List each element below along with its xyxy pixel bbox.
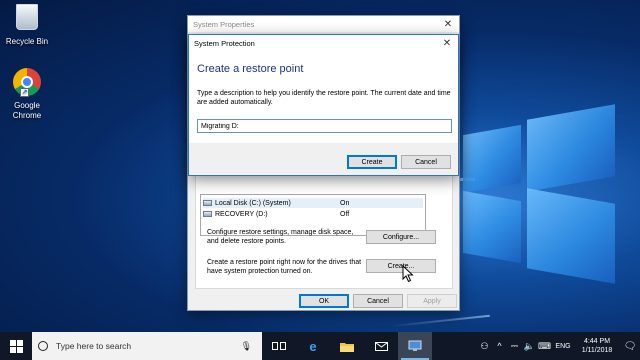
edge-icon: e [309,338,317,354]
network-icon[interactable]: ⎓ [507,341,522,352]
create-description: Create a restore point right now for the… [207,259,362,275]
clock-time: 4:44 PM [583,338,611,345]
dialog-footer: Create Cancel [189,143,458,175]
system-protection-dialog: System Protection ✕ Create a restore poi… [188,34,459,176]
apply-button[interactable]: Apply [407,294,457,308]
desktop-icon-recycle-bin[interactable]: Recycle Bin [0,2,54,47]
drive-protection-status: Off [340,210,350,218]
clock-date: 1/11/2018 [581,347,613,354]
mouse-cursor-icon [402,265,414,283]
action-center-icon[interactable]: 🗨 [620,341,640,352]
start-button[interactable] [0,332,32,360]
drive-name: Local Disk (C:) (System) [215,199,291,207]
chevron-up-icon[interactable]: ^ [492,341,507,351]
drive-protection-status: On [340,199,350,207]
desktop-icon-label: Google Chrome [12,101,42,120]
list-item[interactable]: Local Disk (C:) (System) On [203,198,423,208]
taskbar: Type here to search 🎙 e ⚇ ^ ⎓ 🔈 ⌨ ENG 4:… [0,332,640,360]
create-restore-point-button[interactable]: Create... [366,259,436,273]
file-explorer-icon [340,342,354,352]
cancel-button[interactable]: Cancel [401,155,451,169]
taskbar-app-mail[interactable] [364,332,398,360]
input-indicator-icon[interactable]: ⌨ [537,341,552,352]
close-icon[interactable]: ✕ [437,16,459,32]
create-button[interactable]: Create [347,155,397,169]
taskbar-app-edge[interactable]: e [296,332,330,360]
cancel-button[interactable]: Cancel [353,294,403,308]
taskbar-app-system-properties[interactable] [398,332,432,360]
taskbar-app-file-explorer[interactable] [330,332,364,360]
window-title: System Properties [193,19,255,29]
search-placeholder: Type here to search [56,341,132,351]
desktop-icon-google-chrome[interactable]: ↗ Google Chrome [0,68,54,121]
drive-icon [203,200,212,206]
dialog-title: System Protection [194,38,255,48]
dialog-body: Create a restore point Type a descriptio… [189,51,458,143]
windows-start-icon [9,339,23,353]
cortana-icon [38,341,48,351]
restore-point-description-input[interactable] [197,119,452,133]
clock[interactable]: 4:44 PM 1/11/2018 [574,337,620,355]
windows-logo-wallpaper [455,90,625,320]
system-tray: ⚇ ^ ⎓ 🔈 ⌨ ENG 4:44 PM 1/11/2018 🗨 [477,332,640,360]
configure-description: Configure restore settings, manage disk … [207,229,354,245]
task-view-button[interactable] [262,332,296,360]
dialog-heading: Create a restore point [197,63,304,75]
recycle-bin-icon [12,4,42,34]
title-bar: System Protection ✕ [189,35,458,51]
volume-icon[interactable]: 🔈 [522,341,537,352]
desktop-icon-label: Recycle Bin [5,37,49,46]
system-properties-icon [408,340,422,351]
chrome-icon: ↗ [12,68,42,98]
dialog-description: Type a description to help you identify … [197,90,451,106]
mail-icon [374,341,388,351]
ok-button[interactable]: OK [299,294,349,308]
taskbar-apps: e [262,332,432,360]
task-view-icon [272,342,286,350]
language-indicator[interactable]: ENG [552,343,574,350]
microphone-icon[interactable]: 🎙 [241,341,252,352]
people-icon[interactable]: ⚇ [477,341,492,352]
taskbar-search-box[interactable]: Type here to search 🎙 [32,332,262,360]
drive-name: RECOVERY (D:) [215,210,268,218]
title-bar: System Properties ✕ [188,16,459,32]
list-item[interactable]: RECOVERY (D:) Off [203,209,423,219]
drive-icon [203,211,212,217]
close-icon[interactable]: ✕ [436,35,458,51]
configure-button[interactable]: Configure... [366,230,436,244]
